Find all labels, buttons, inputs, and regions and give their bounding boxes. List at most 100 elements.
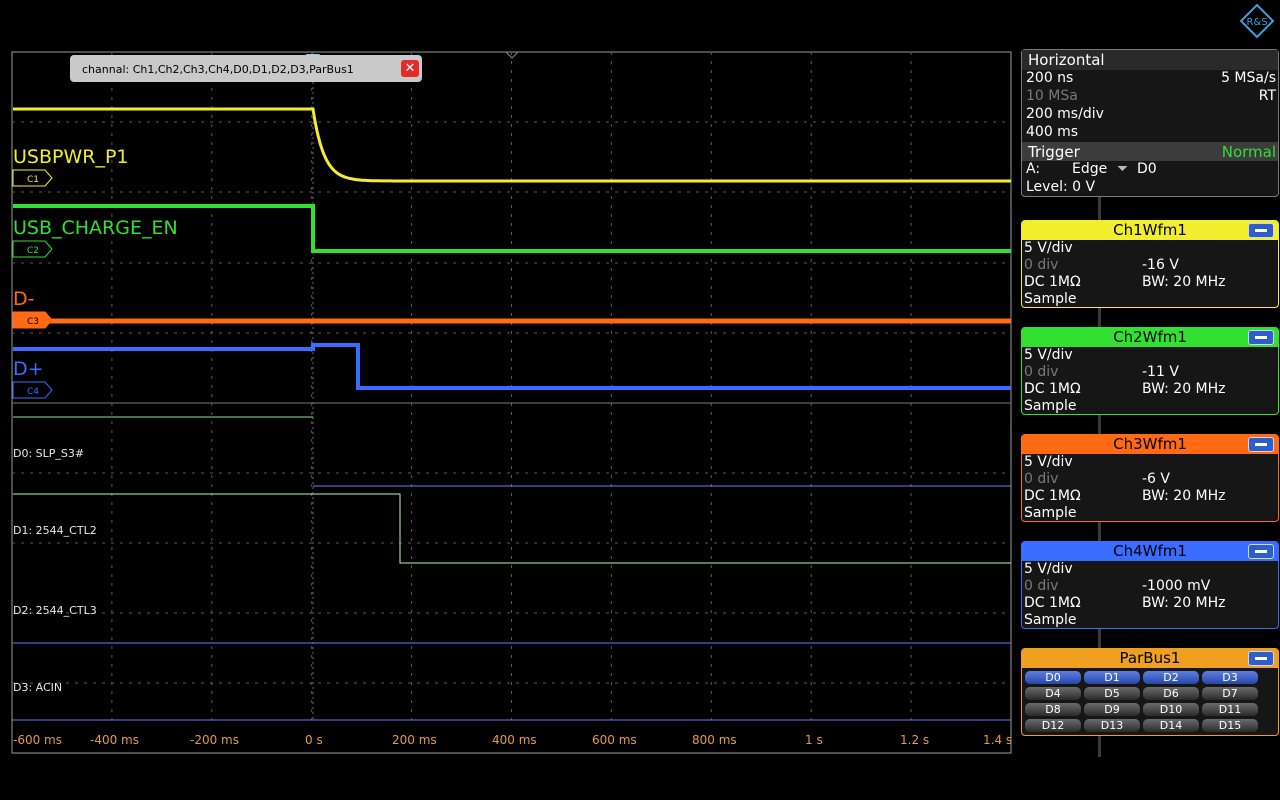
bit-button-d5[interactable]: D5 [1084, 687, 1140, 700]
bit-button-d11[interactable]: D11 [1202, 703, 1258, 716]
position: 0 div [1024, 257, 1059, 273]
bit-button-d0[interactable]: D0 [1025, 671, 1081, 684]
horizontal-title: Horizontal [1022, 50, 1278, 70]
ch2-label: USB_CHARGE_EN [13, 217, 178, 239]
ch1-label: USBPWR_P1 [13, 146, 129, 168]
offset: -6 V [1142, 471, 1170, 487]
time-scale: 200 ms/div [1026, 106, 1104, 122]
acq-mode: RT [1258, 88, 1276, 104]
minimize-icon[interactable] [1248, 223, 1274, 238]
parbus-bit-grid: D0 D1 D2 D3 D4 D5 D6 D7 D8 D9 D10 D11 D12 D13 D14 D15 [1022, 668, 1278, 735]
bit-button-d2[interactable]: D2 [1143, 671, 1199, 684]
channel-tab-label: channal: Ch1,Ch2,Ch3,Ch4,D0,D1,D2,D3,Par… [82, 63, 354, 76]
time-tick-label: 400 ms [492, 733, 537, 747]
time-tick-label: -600 ms [13, 733, 62, 747]
ch3-panel-header[interactable]: Ch3Wfm1 [1022, 435, 1278, 454]
minimize-icon[interactable] [1248, 330, 1274, 345]
acquisition-mode: Sample [1024, 398, 1077, 414]
ch4-panel[interactable]: Ch4Wfm1 5 V/div 0 div -1000 mV DC 1MΩ BW: 20 … [1021, 541, 1279, 629]
time-tick-label: 1 s [805, 733, 823, 747]
acquisition-mode: Sample [1024, 291, 1077, 307]
ch4-panel-header[interactable]: Ch4Wfm1 [1022, 542, 1278, 561]
ch3-marker-text: C3 [27, 317, 39, 327]
bandwidth: BW: 20 MHz [1142, 381, 1226, 397]
bit-button-d10[interactable]: D10 [1143, 703, 1199, 716]
bit-button-d13[interactable]: D13 [1084, 719, 1140, 732]
vertical-scale: 5 V/div [1024, 561, 1073, 577]
time-tick-label: 1.2 s [900, 733, 930, 747]
sample-rate: 5 MSa/s [1221, 70, 1276, 86]
trigger-source-prefix: A: [1026, 161, 1041, 177]
acquisition-mode: Sample [1024, 612, 1077, 628]
ch1-panel-header[interactable]: Ch1Wfm1 [1022, 221, 1278, 240]
bit-button-d8[interactable]: D8 [1025, 703, 1081, 716]
ch1-marker-text: C1 [27, 175, 39, 185]
minimize-icon[interactable] [1248, 544, 1274, 559]
time-tick-label: 200 ms [392, 733, 437, 747]
bit-button-d4[interactable]: D4 [1025, 687, 1081, 700]
acq-time: 400 ms [1026, 124, 1079, 140]
bit-button-d1[interactable]: D1 [1084, 671, 1140, 684]
bit-button-d9[interactable]: D9 [1084, 703, 1140, 716]
falling-edge-icon: ⏷ [1117, 161, 1129, 177]
minimize-icon[interactable] [1248, 437, 1274, 452]
bandwidth: BW: 20 MHz [1142, 274, 1226, 290]
channel-name: Ch4Wfm1 [1113, 542, 1187, 560]
acquisition-mode: Sample [1024, 505, 1077, 521]
ch3-panel[interactable]: Ch3Wfm1 5 V/div 0 div -6 V DC 1MΩ BW: 20 MHz S… [1021, 434, 1279, 522]
bit-button-d6[interactable]: D6 [1143, 687, 1199, 700]
offset: -16 V [1142, 257, 1179, 273]
time-tick-label: -200 ms [190, 733, 239, 747]
bit-button-d15[interactable]: D15 [1202, 719, 1258, 732]
coupling: DC 1MΩ [1024, 274, 1081, 290]
bit-button-d3[interactable]: D3 [1202, 671, 1258, 684]
ch4-label: D+ [13, 358, 44, 380]
time-tick-label: 1.4 s [983, 733, 1013, 747]
rohde-schwarz-logo: R&S [1239, 3, 1275, 39]
coupling: DC 1MΩ [1024, 381, 1081, 397]
ch2-panel-header[interactable]: Ch2Wfm1 [1022, 328, 1278, 347]
ch2-marker-text: C2 [27, 246, 39, 256]
channel-name: Ch1Wfm1 [1113, 221, 1187, 239]
time-tick-label: 800 ms [692, 733, 737, 747]
parbus-panel[interactable]: ParBus1 D0 D1 D2 D3 D4 D5 D6 D7 D8 D9 D10 D11 D12 D13… [1021, 648, 1279, 736]
d2-label: D2: 2544_CTL3 [13, 604, 97, 617]
coupling: DC 1MΩ [1024, 595, 1081, 611]
parbus-header[interactable]: ParBus1 [1022, 649, 1278, 668]
close-icon[interactable]: ✕ [401, 60, 419, 77]
channel-name: Ch2Wfm1 [1113, 328, 1187, 346]
resolution: 200 ns [1026, 70, 1074, 86]
bandwidth: BW: 20 MHz [1142, 595, 1226, 611]
time-tick-label: -400 ms [90, 733, 139, 747]
record-length: 10 MSa [1026, 88, 1078, 104]
position: 0 div [1024, 471, 1059, 487]
coupling: DC 1MΩ [1024, 488, 1081, 504]
time-tick-label: 600 ms [592, 733, 637, 747]
channel-tab[interactable]: channal: Ch1,Ch2,Ch3,Ch4,D0,D1,D2,D3,Par… [70, 55, 422, 82]
position: 0 div [1024, 578, 1059, 594]
parbus-title: ParBus1 [1119, 649, 1181, 667]
trigger-type: Edge [1072, 161, 1108, 177]
minimize-icon[interactable] [1248, 651, 1274, 666]
ch1-panel[interactable]: Ch1Wfm1 5 V/div 0 div -16 V DC 1MΩ BW: 20 MHz… [1021, 220, 1279, 308]
trigger-level: Level: 0 V [1026, 179, 1096, 195]
horizontal-panel[interactable]: Horizontal 200 ns 5 MSa/s 10 MSa RT 200 ms… [1021, 49, 1279, 197]
d3-label: D3: ACIN [13, 681, 63, 694]
vertical-scale: 5 V/div [1024, 240, 1073, 256]
ch3-label: D- [13, 288, 35, 310]
trigger-source: D0 [1137, 161, 1157, 177]
ch4-marker-text: C4 [27, 387, 39, 397]
trigger-mode: Normal [1221, 143, 1276, 161]
bandwidth: BW: 20 MHz [1142, 488, 1226, 504]
svg-text:R&S: R&S [1246, 17, 1267, 28]
d0-label: D0: SLP_S3# [13, 447, 85, 460]
ch2-panel[interactable]: Ch2Wfm1 5 V/div 0 div -11 V DC 1MΩ BW: 20 MHz… [1021, 327, 1279, 415]
offset: -1000 mV [1142, 578, 1211, 594]
bit-button-d12[interactable]: D12 [1025, 719, 1081, 732]
bit-button-d14[interactable]: D14 [1143, 719, 1199, 732]
time-tick-label: 0 s [305, 733, 323, 747]
vertical-scale: 5 V/div [1024, 454, 1073, 470]
vertical-scale: 5 V/div [1024, 347, 1073, 363]
channel-name: Ch3Wfm1 [1113, 435, 1187, 453]
bit-button-d7[interactable]: D7 [1202, 687, 1258, 700]
